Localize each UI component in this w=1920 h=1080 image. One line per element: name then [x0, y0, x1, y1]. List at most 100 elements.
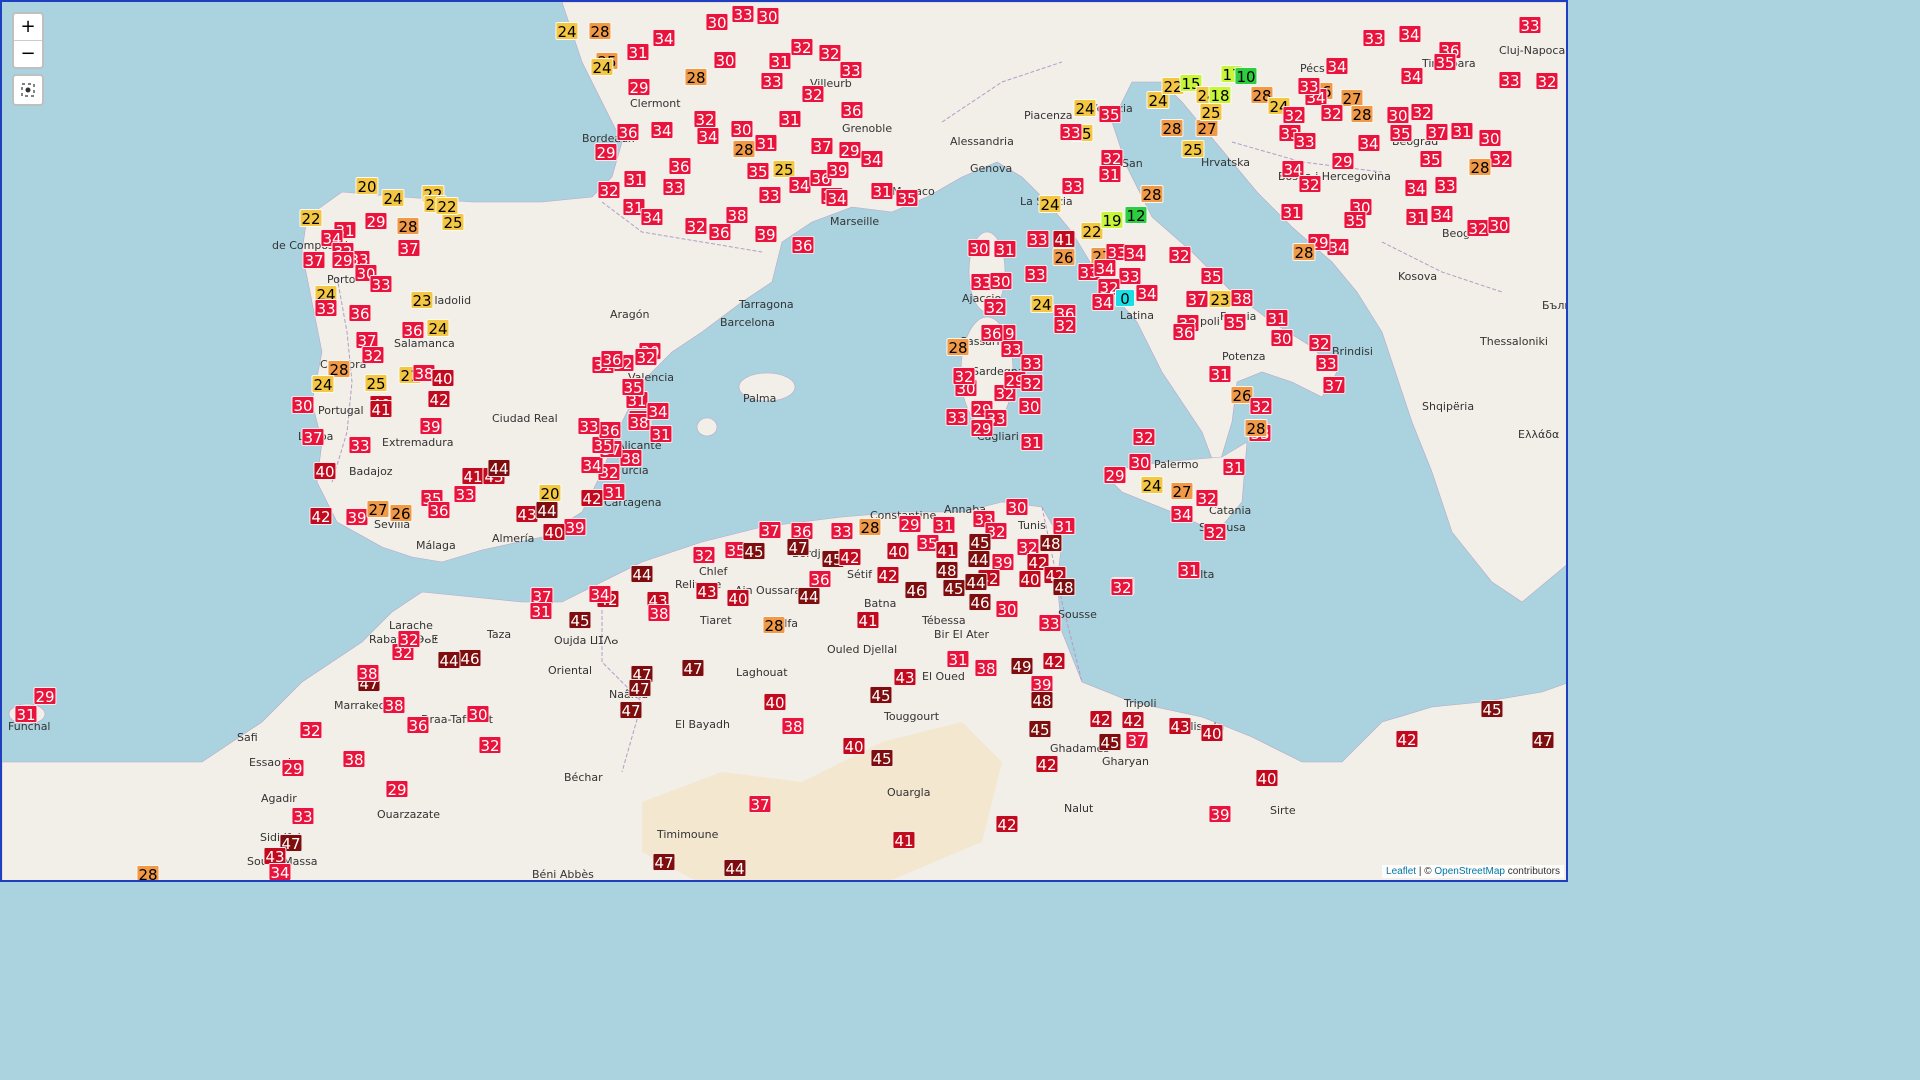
temperature-marker[interactable]: 40	[726, 589, 750, 608]
temperature-marker[interactable]: 32	[1168, 246, 1192, 265]
temperature-marker[interactable]: 33	[1498, 71, 1522, 90]
temperature-marker[interactable]: 33	[1020, 354, 1044, 373]
temperature-marker[interactable]: 34	[646, 402, 670, 421]
temperature-marker[interactable]: 38	[1230, 289, 1254, 308]
temperature-marker[interactable]: 39	[563, 518, 587, 537]
temperature-marker[interactable]: 32	[1308, 334, 1332, 353]
temperature-marker[interactable]: 34	[652, 29, 676, 48]
temperature-marker[interactable]: 40	[313, 462, 337, 481]
temperature-marker[interactable]: 42	[580, 489, 604, 508]
temperature-marker[interactable]: 19	[1100, 211, 1124, 230]
temperature-marker[interactable]: 32	[478, 736, 502, 755]
temperature-marker[interactable]: 32	[1466, 219, 1490, 238]
temperature-marker[interactable]: 31	[1208, 365, 1232, 384]
temperature-marker[interactable]: 32	[790, 38, 814, 57]
temperature-marker[interactable]: 30	[466, 705, 490, 724]
temperature-marker[interactable]: 25	[364, 374, 388, 393]
temperature-marker[interactable]: 41	[935, 541, 959, 560]
temperature-marker[interactable]: 45	[942, 579, 966, 598]
temperature-marker[interactable]: 31	[946, 650, 970, 669]
temperature-marker[interactable]: 37	[301, 428, 325, 447]
temperature-marker[interactable]: 35	[1200, 267, 1224, 286]
temperature-marker[interactable]: 38	[725, 206, 749, 225]
temperature-marker[interactable]: 32	[634, 348, 658, 367]
temperature-marker[interactable]: 33	[839, 61, 863, 80]
temperature-marker[interactable]: 28	[1468, 158, 1492, 177]
map-container[interactable]: BordeauxClermontVilleurbGrenobleMonacoMa…	[0, 0, 1568, 882]
temperature-marker[interactable]: 29	[33, 687, 57, 706]
temperature-marker[interactable]: 32	[1053, 316, 1077, 335]
temperature-marker[interactable]: 48	[1030, 691, 1054, 710]
temperature-marker[interactable]: 28	[946, 338, 970, 357]
temperature-marker[interactable]: 24	[381, 189, 405, 208]
temperature-marker[interactable]: 37	[1322, 376, 1346, 395]
temperature-marker[interactable]: 37	[302, 251, 326, 270]
temperature-marker[interactable]: 45	[1480, 700, 1504, 719]
temperature-marker[interactable]: 47	[681, 659, 705, 678]
temperature-marker[interactable]: 27	[1170, 482, 1194, 501]
temperature-marker[interactable]: 26	[1052, 248, 1076, 267]
temperature-marker[interactable]: 38	[356, 664, 380, 683]
temperature-marker[interactable]: 48	[1039, 534, 1063, 553]
temperature-marker[interactable]: 34	[1170, 505, 1194, 524]
temperature-marker[interactable]: 44	[723, 859, 747, 878]
temperature-marker[interactable]: 43	[695, 582, 719, 601]
temperature-marker[interactable]: 46	[458, 649, 482, 668]
temperature-marker[interactable]: 42	[838, 548, 862, 567]
temperature-marker[interactable]: 30	[1128, 453, 1152, 472]
temperature-marker[interactable]: 30	[967, 239, 991, 258]
temperature-marker[interactable]: 23	[1208, 290, 1232, 309]
zoom-in-button[interactable]: +	[14, 14, 42, 40]
temperature-marker[interactable]: 35	[621, 378, 645, 397]
temperature-marker[interactable]: 36	[348, 304, 372, 323]
temperature-marker[interactable]: 33	[1293, 132, 1317, 151]
temperature-marker[interactable]: 34	[788, 176, 812, 195]
temperature-marker[interactable]: 35	[1343, 211, 1367, 230]
temperature-marker[interactable]: 46	[968, 593, 992, 612]
temperature-marker[interactable]: 18	[1208, 86, 1232, 105]
temperature-marker[interactable]: 32	[1110, 578, 1134, 597]
temperature-marker[interactable]: 34	[1400, 67, 1424, 86]
temperature-marker[interactable]: 41	[856, 611, 880, 630]
temperature-marker[interactable]: 32	[818, 44, 842, 63]
temperature-marker[interactable]: 42	[427, 390, 451, 409]
temperature-marker[interactable]: 40	[842, 737, 866, 756]
temperature-marker[interactable]: 38	[974, 659, 998, 678]
temperature-marker[interactable]: 31	[626, 43, 650, 62]
temperature-marker[interactable]: 31	[778, 110, 802, 129]
temperature-marker[interactable]: 44	[797, 587, 821, 606]
temperature-marker[interactable]: 33	[1362, 29, 1386, 48]
temperature-marker[interactable]: 29	[898, 515, 922, 534]
temperature-marker[interactable]: 40	[542, 523, 566, 542]
temperature-marker[interactable]: 32	[692, 546, 716, 565]
temperature-marker[interactable]: 32	[1132, 428, 1156, 447]
temperature-marker[interactable]: 28	[762, 616, 786, 635]
temperature-marker[interactable]: 33	[291, 807, 315, 826]
temperature-marker[interactable]: 22	[435, 197, 459, 216]
temperature-marker[interactable]: 31	[870, 182, 894, 201]
temperature-marker[interactable]: 43	[1168, 717, 1192, 736]
temperature-marker[interactable]: 33	[1315, 354, 1339, 373]
temperature-marker[interactable]: 30	[1487, 216, 1511, 235]
temperature-marker[interactable]: 31	[1098, 165, 1122, 184]
temperature-marker[interactable]: 45	[870, 749, 894, 768]
temperature-marker[interactable]: 35	[895, 189, 919, 208]
temperature-marker[interactable]: 32	[684, 217, 708, 236]
temperature-marker[interactable]: 30	[705, 13, 729, 32]
temperature-marker[interactable]: 22	[299, 209, 323, 228]
temperature-marker[interactable]: 0	[1115, 289, 1135, 308]
temperature-marker[interactable]: 40	[1200, 724, 1224, 743]
temperature-marker[interactable]: 34	[1404, 179, 1428, 198]
temperature-marker[interactable]: 31	[649, 425, 673, 444]
temperature-marker[interactable]: 37	[758, 521, 782, 540]
temperature-marker[interactable]: 30	[1478, 129, 1502, 148]
temperature-marker[interactable]: 44	[630, 565, 654, 584]
temperature-marker[interactable]: 38	[342, 750, 366, 769]
temperature-marker[interactable]: 32	[299, 721, 323, 740]
temperature-marker[interactable]: 33	[314, 299, 338, 318]
temperature-marker[interactable]: 42	[1089, 710, 1113, 729]
temperature-marker[interactable]: 33	[1061, 177, 1085, 196]
temperature-marker[interactable]: 34	[860, 150, 884, 169]
temperature-marker[interactable]: 42	[1395, 730, 1419, 749]
temperature-marker[interactable]: 30	[756, 7, 780, 26]
